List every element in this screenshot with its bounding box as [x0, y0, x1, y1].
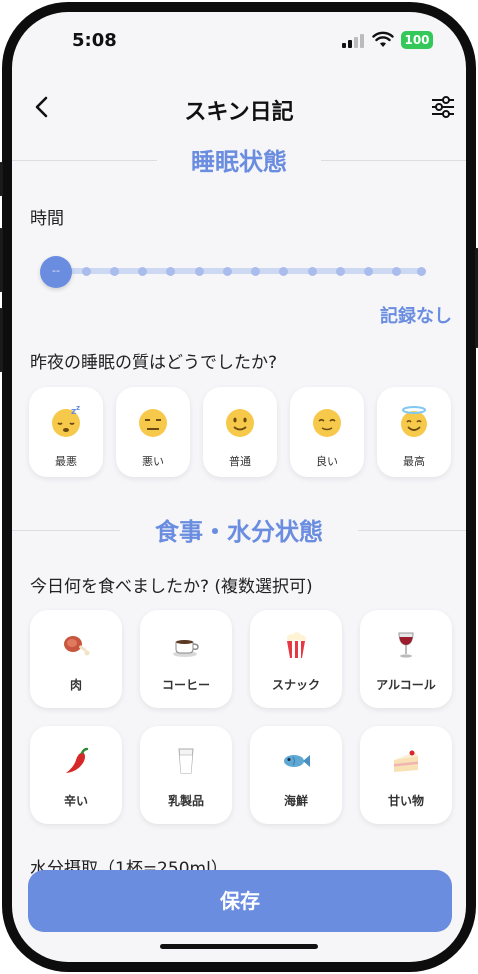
- status-bar: 5:08 100: [12, 12, 466, 68]
- slider-tick: [417, 267, 426, 276]
- milk-icon: [178, 748, 194, 774]
- slider-tick: [308, 267, 317, 276]
- slightly-smiling-face-icon: [226, 409, 254, 437]
- halo-face-icon: [401, 406, 427, 437]
- slider-tick: [279, 267, 288, 276]
- food-option-label: 海鮮: [283, 794, 308, 808]
- no-record-text: 記録なし: [380, 306, 452, 327]
- slider-tick: [336, 267, 345, 276]
- home-indicator: [160, 944, 318, 949]
- sleeping-face-icon: z z: [52, 405, 80, 437]
- sleep-time-slider-thumb[interactable]: --: [40, 256, 72, 288]
- food-option-label: 乳製品: [167, 794, 204, 808]
- food-option-label: 辛い: [63, 794, 88, 808]
- slider-tick: [392, 267, 401, 276]
- food-option-label: コーヒー: [161, 678, 210, 692]
- wifi-icon: [372, 31, 394, 47]
- food-option-label: スナック: [271, 678, 320, 692]
- volume-up-button: [0, 228, 3, 292]
- battery-icon: 100: [401, 31, 433, 49]
- slider-tick: [138, 267, 147, 276]
- food-option-label: 肉: [69, 678, 82, 692]
- cake-icon: [394, 750, 418, 772]
- quality-option-label: 最高: [403, 455, 425, 468]
- food-option-label: 甘い物: [387, 794, 424, 808]
- meat-icon: [64, 636, 90, 656]
- food-option-meat[interactable]: 肉: [30, 610, 122, 708]
- silent-switch: [0, 162, 3, 196]
- food-option-spicy[interactable]: 辛い: [30, 726, 122, 824]
- sleep-time-label: 時間: [30, 209, 64, 229]
- food-option-snack[interactable]: スナック: [250, 610, 342, 708]
- fish-icon: [284, 755, 310, 767]
- slider-tick: [223, 267, 232, 276]
- settings-sliders-icon[interactable]: [430, 94, 456, 120]
- slider-tick: [110, 267, 119, 276]
- food-option-coffee[interactable]: コーヒー: [140, 610, 232, 708]
- slider-tick: [195, 267, 204, 276]
- volume-down-button: [0, 308, 3, 372]
- relieved-face-icon: [313, 409, 341, 437]
- quality-option-normal[interactable]: 普通: [203, 387, 277, 477]
- food-option-sweets[interactable]: 甘い物: [360, 726, 452, 824]
- cellular-signal-icon: [342, 34, 366, 48]
- popcorn-icon: [287, 632, 306, 658]
- save-button[interactable]: 保存: [28, 870, 452, 932]
- svg-text:z: z: [76, 405, 80, 412]
- quality-option-good[interactable]: 良い: [290, 387, 364, 477]
- nav-header: スキン日記: [12, 88, 466, 128]
- quality-option-worst[interactable]: z z 最悪: [29, 387, 103, 477]
- food-section-title: 食事・水分状態: [12, 512, 466, 547]
- quality-option-label: 悪い: [142, 455, 164, 468]
- slider-tick: [364, 267, 373, 276]
- sleep-quality-question: 昨夜の睡眠の質はどうでしたか?: [30, 353, 278, 373]
- food-option-dairy[interactable]: 乳製品: [140, 726, 232, 824]
- quality-option-label: 最悪: [55, 455, 77, 468]
- food-option-label: アルコール: [376, 678, 436, 692]
- slider-tick: [82, 267, 91, 276]
- quality-option-bad[interactable]: 悪い: [116, 387, 190, 477]
- sleep-section-title: 睡眠状態: [12, 142, 466, 177]
- quality-option-best[interactable]: 最高: [377, 387, 451, 477]
- food-question: 今日何を食べましたか? (複数選択可): [30, 577, 313, 597]
- food-option-seafood[interactable]: 海鮮: [250, 726, 342, 824]
- wine-icon: [398, 632, 414, 658]
- quality-option-label: 普通: [229, 455, 251, 468]
- quality-option-label: 良い: [316, 455, 338, 468]
- slider-tick: [166, 267, 175, 276]
- chili-icon: [66, 747, 89, 773]
- app-screen: 5:08 100 スキン日記 睡眠状態 時間 -- 記録なし 昨夜の睡眠の質はど…: [12, 12, 466, 962]
- slider-tick: [251, 267, 260, 276]
- expressionless-face-icon: [139, 409, 167, 437]
- phone-frame: 5:08 100 スキン日記 睡眠状態 時間 -- 記録なし 昨夜の睡眠の質はど…: [0, 2, 478, 972]
- food-option-alcohol[interactable]: アルコール: [360, 610, 452, 708]
- coffee-icon: [173, 640, 199, 657]
- page-title: スキン日記: [184, 100, 294, 125]
- status-time: 5:08: [72, 30, 117, 51]
